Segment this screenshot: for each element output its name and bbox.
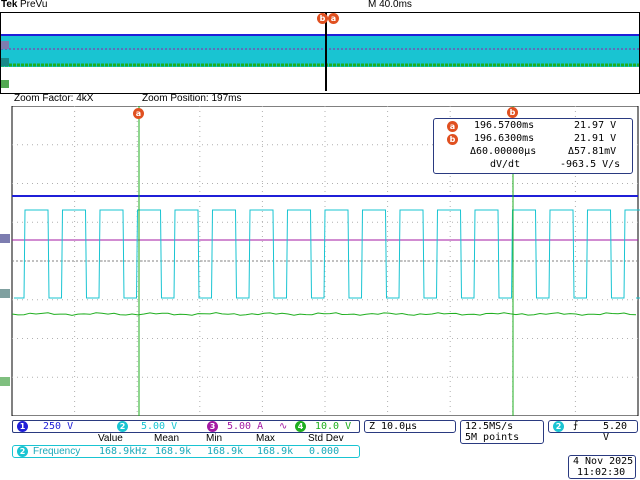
meas-channel-badge: 2 xyxy=(17,446,28,457)
zoom-info-row: Zoom Factor: 4kX Zoom Position: 197ms xyxy=(0,93,640,106)
dvdt-value: -963.5 V/s xyxy=(560,159,621,170)
overview-waveform-panel[interactable]: b a xyxy=(0,12,640,94)
overview-svg xyxy=(1,13,639,91)
main-timebase: M 40.0ms xyxy=(368,0,412,10)
acquisition-box[interactable]: 12.5MS/s 5M points xyxy=(460,420,544,444)
meas-header-max: Max xyxy=(256,433,275,444)
overview-ch2-ref-icon xyxy=(1,58,9,66)
ac-coupling-icon: ∿ xyxy=(279,421,288,432)
meas-header-stddev: Std Dev xyxy=(308,433,344,444)
brand-label: Tek xyxy=(1,0,18,10)
meas-mean: 168.9k xyxy=(155,446,192,457)
cursor-b-marker[interactable]: b xyxy=(507,107,518,118)
ch4-scale[interactable]: 10.0 V xyxy=(315,421,351,432)
meas-row[interactable]: 2 Frequency 168.9kHz 168.9k 168.9k 168.9… xyxy=(12,445,360,458)
ch3-scale[interactable]: 5.00 A xyxy=(227,421,263,432)
overview-marker-b[interactable]: b xyxy=(317,13,328,24)
overview-ch2-band xyxy=(1,35,639,67)
dvdt-label: dV/dt xyxy=(490,159,521,170)
trigger-channel-badge: 2 xyxy=(553,421,564,432)
ch2-ground-icon[interactable] xyxy=(0,289,10,298)
cursor-a-value: 21.97 V xyxy=(574,120,617,131)
cursor-a-time: 196.5700ms xyxy=(474,120,535,131)
meas-min: 168.9k xyxy=(207,446,244,457)
cursor-b-time: 196.6300ms xyxy=(474,133,535,144)
ch2-badge[interactable]: 2 xyxy=(117,421,128,432)
overview-ch4-ref-icon xyxy=(1,80,9,88)
acquisition-state: PreVu xyxy=(20,0,48,10)
readout-b-marker: b xyxy=(447,134,458,145)
ch3-badge[interactable]: 3 xyxy=(207,421,218,432)
cursor-readout-box: a 196.5700ms 21.97 V b 196.6300ms 21.91 … xyxy=(433,118,633,174)
meas-header-min: Min xyxy=(206,433,223,444)
ch1-badge[interactable]: 1 xyxy=(17,421,28,432)
cursor-delta-value: Δ57.81mV xyxy=(568,146,617,157)
sample-rate: 12.5MS/s xyxy=(465,421,514,432)
meas-max: 168.9k xyxy=(257,446,294,457)
meas-header-value: Value xyxy=(98,433,123,444)
meas-label: Frequency xyxy=(33,446,81,457)
ch2-scale[interactable]: 5.00 V xyxy=(141,421,177,432)
time-label: 11:02:30 xyxy=(577,467,626,478)
datetime-box: 4 Nov 2025 11:02:30 xyxy=(568,455,636,479)
cursor-b-value: 21.91 V xyxy=(574,133,617,144)
zoom-timebase-box[interactable]: Z 10.0µs xyxy=(364,420,456,433)
measurement-table: Value Mean Min Max Std Dev 2 Frequency 1… xyxy=(12,433,360,459)
meas-stddev: 0.000 xyxy=(309,446,340,457)
readout-a-marker: a xyxy=(447,121,458,132)
cursor-delta-time: Δ60.00000µs xyxy=(470,146,537,157)
ch4-badge[interactable]: 4 xyxy=(295,421,306,432)
cursor-a-marker[interactable]: a xyxy=(133,108,144,119)
ch1-ground-icon[interactable] xyxy=(0,234,10,243)
top-status-bar: Tek PreVu M 40.0ms xyxy=(0,0,640,12)
meas-header-mean: Mean xyxy=(154,433,180,444)
overview-marker-a[interactable]: a xyxy=(328,13,339,24)
overview-ch1-ref-icon xyxy=(1,41,9,49)
zoom-graticule[interactable]: a b a 196.5700ms 21.97 V b 196.6300ms 21… xyxy=(0,106,640,416)
zoom-timebase: Z 10.0µs xyxy=(369,421,418,432)
record-length: 5M points xyxy=(465,432,520,443)
trigger-level: 5.20 V xyxy=(603,421,628,443)
trigger-slope-icon: ⨍ xyxy=(573,420,579,431)
zoom-position: Zoom Position: 197ms xyxy=(142,93,242,104)
channel-scale-bar[interactable]: 1 250 V 2 5.00 V 3 5.00 A ∿ 4 10.0 V xyxy=(12,420,360,433)
ch4-ground-icon[interactable] xyxy=(0,377,10,386)
zoom-factor: Zoom Factor: 4kX xyxy=(14,93,94,104)
meas-value: 168.9kHz xyxy=(99,446,148,457)
date-label: 4 Nov 2025 xyxy=(573,456,634,467)
trigger-box[interactable]: 2 ⨍ 5.20 V xyxy=(548,420,638,443)
ch1-scale[interactable]: 250 V xyxy=(43,421,73,432)
